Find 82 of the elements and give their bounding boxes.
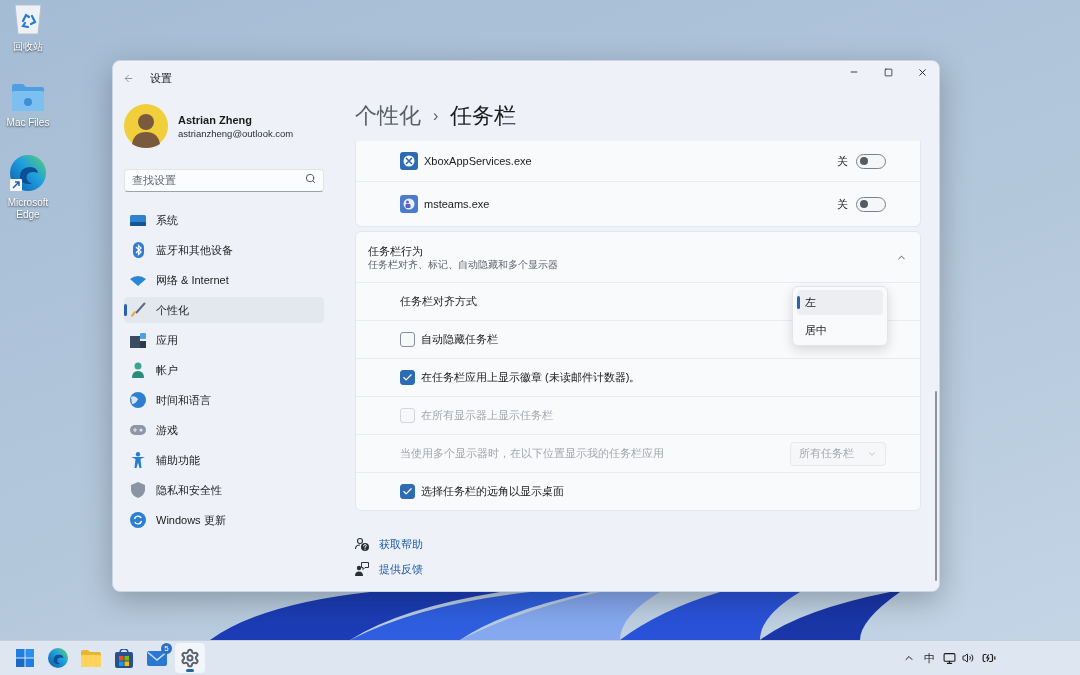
scrollbar[interactable] xyxy=(935,391,937,581)
checkbox-label: 自动隐藏任务栏 xyxy=(421,332,498,348)
selection-indicator xyxy=(124,304,127,316)
people-logo-icon xyxy=(400,195,418,213)
volume-icon[interactable] xyxy=(962,652,974,664)
checkbox-label: 在任务栏应用上显示徽章 (未读邮件计数器)。 xyxy=(421,370,641,386)
avatar xyxy=(124,104,168,148)
sidebar-item[interactable]: 蓝牙和其他设备 xyxy=(124,237,324,263)
app-name: msteams.exe xyxy=(424,196,490,212)
menu-option[interactable]: 左 xyxy=(797,290,883,315)
setting-label: 任务栏对齐方式 xyxy=(400,294,477,310)
question-person-icon xyxy=(355,537,369,551)
breadcrumb-parent: 个性化 xyxy=(355,102,421,130)
wifi-icon xyxy=(130,274,146,286)
input-method-indicator[interactable]: 中 xyxy=(924,649,935,667)
page-title: 任务栏 xyxy=(450,102,517,130)
gear-icon xyxy=(180,648,200,668)
toggle-state-label: 关 xyxy=(837,196,848,212)
sidebar-item[interactable]: 个性化 xyxy=(124,297,324,323)
gamepad-icon xyxy=(130,425,146,435)
toggle-switch[interactable] xyxy=(856,153,886,169)
breadcrumb-separator: › xyxy=(433,106,439,126)
battery-icon[interactable] xyxy=(982,651,996,665)
account-email: astrianzheng@outlook.com xyxy=(178,126,294,140)
globe-icon xyxy=(130,392,146,408)
recycle-bin-icon xyxy=(14,3,42,35)
checkbox[interactable] xyxy=(400,332,415,347)
folder-icon xyxy=(81,649,101,667)
sidebar-item[interactable]: 网络 & Internet xyxy=(124,267,324,293)
back-button[interactable] xyxy=(122,72,134,84)
check-icon xyxy=(402,372,413,383)
toggle-switch[interactable] xyxy=(856,196,886,212)
toggle-state-label: 关 xyxy=(837,153,848,169)
checkbox-label: 在所有显示器上显示任务栏 xyxy=(421,408,553,424)
shopping-bag-icon xyxy=(115,648,133,668)
feedback-person-icon xyxy=(355,562,369,576)
sidebar-item[interactable]: 应用 xyxy=(124,327,324,353)
checkbox[interactable] xyxy=(400,370,415,385)
sidebar-item[interactable]: Windows 更新 xyxy=(124,507,324,533)
browser-swirl-icon xyxy=(48,648,68,668)
start-icon xyxy=(16,649,34,667)
search-icon xyxy=(305,173,316,184)
window-title: 设置 xyxy=(150,70,172,86)
shield-icon xyxy=(131,482,145,498)
help-link[interactable]: 获取帮助 xyxy=(355,535,423,553)
account-name: Astrian Zheng xyxy=(178,112,253,127)
check-icon xyxy=(402,486,413,497)
sidebar-item[interactable]: 游戏 xyxy=(124,417,324,443)
browser-swirl-icon xyxy=(10,155,46,191)
active-indicator xyxy=(186,669,194,672)
setting-label: 当使用多个显示器时，在以下位置显示我的任务栏应用 xyxy=(400,446,664,462)
accessibility-icon xyxy=(131,452,145,468)
menu-option[interactable]: 居中 xyxy=(797,317,883,342)
refresh-icon xyxy=(130,512,146,528)
sidebar-item[interactable]: 辅助功能 xyxy=(124,447,324,473)
apps-grid-icon xyxy=(130,332,146,348)
sidebar-item[interactable]: 时间和语言 xyxy=(124,387,324,413)
envelope-icon xyxy=(147,650,167,666)
back-arrow-icon xyxy=(122,72,134,84)
close-icon xyxy=(916,66,928,78)
taskbar-button[interactable] xyxy=(175,643,205,673)
sidebar-item[interactable]: 帐户 xyxy=(124,357,324,383)
monitor-icon xyxy=(130,214,146,226)
brush-icon xyxy=(130,302,146,318)
sidebar-item[interactable]: 隐私和安全性 xyxy=(124,477,324,503)
checkbox[interactable] xyxy=(400,484,415,499)
badge-count: 5 xyxy=(161,643,172,654)
app-name: XboxAppServices.exe xyxy=(424,153,532,169)
selection-indicator xyxy=(797,296,800,309)
taskbar-button[interactable]: 5 xyxy=(142,643,172,673)
checkbox-label: 选择任务栏的远角以显示桌面 xyxy=(421,484,564,500)
bluetooth-icon xyxy=(132,242,144,258)
maximize-icon xyxy=(883,67,893,77)
folder-icon xyxy=(12,83,44,111)
sidebar-item[interactable]: 系统 xyxy=(124,207,324,233)
circle-x-logo-icon xyxy=(400,152,418,170)
section-title: 任务栏行为 xyxy=(368,243,424,258)
person-icon xyxy=(132,362,144,378)
section-subtitle: 任务栏对齐、标记、自动隐藏和多个显示器 xyxy=(368,257,558,271)
monitor-icon[interactable] xyxy=(943,651,956,665)
feedback-link[interactable]: 提供反馈 xyxy=(355,560,423,578)
search-field[interactable]: 查找设置 xyxy=(124,168,324,192)
